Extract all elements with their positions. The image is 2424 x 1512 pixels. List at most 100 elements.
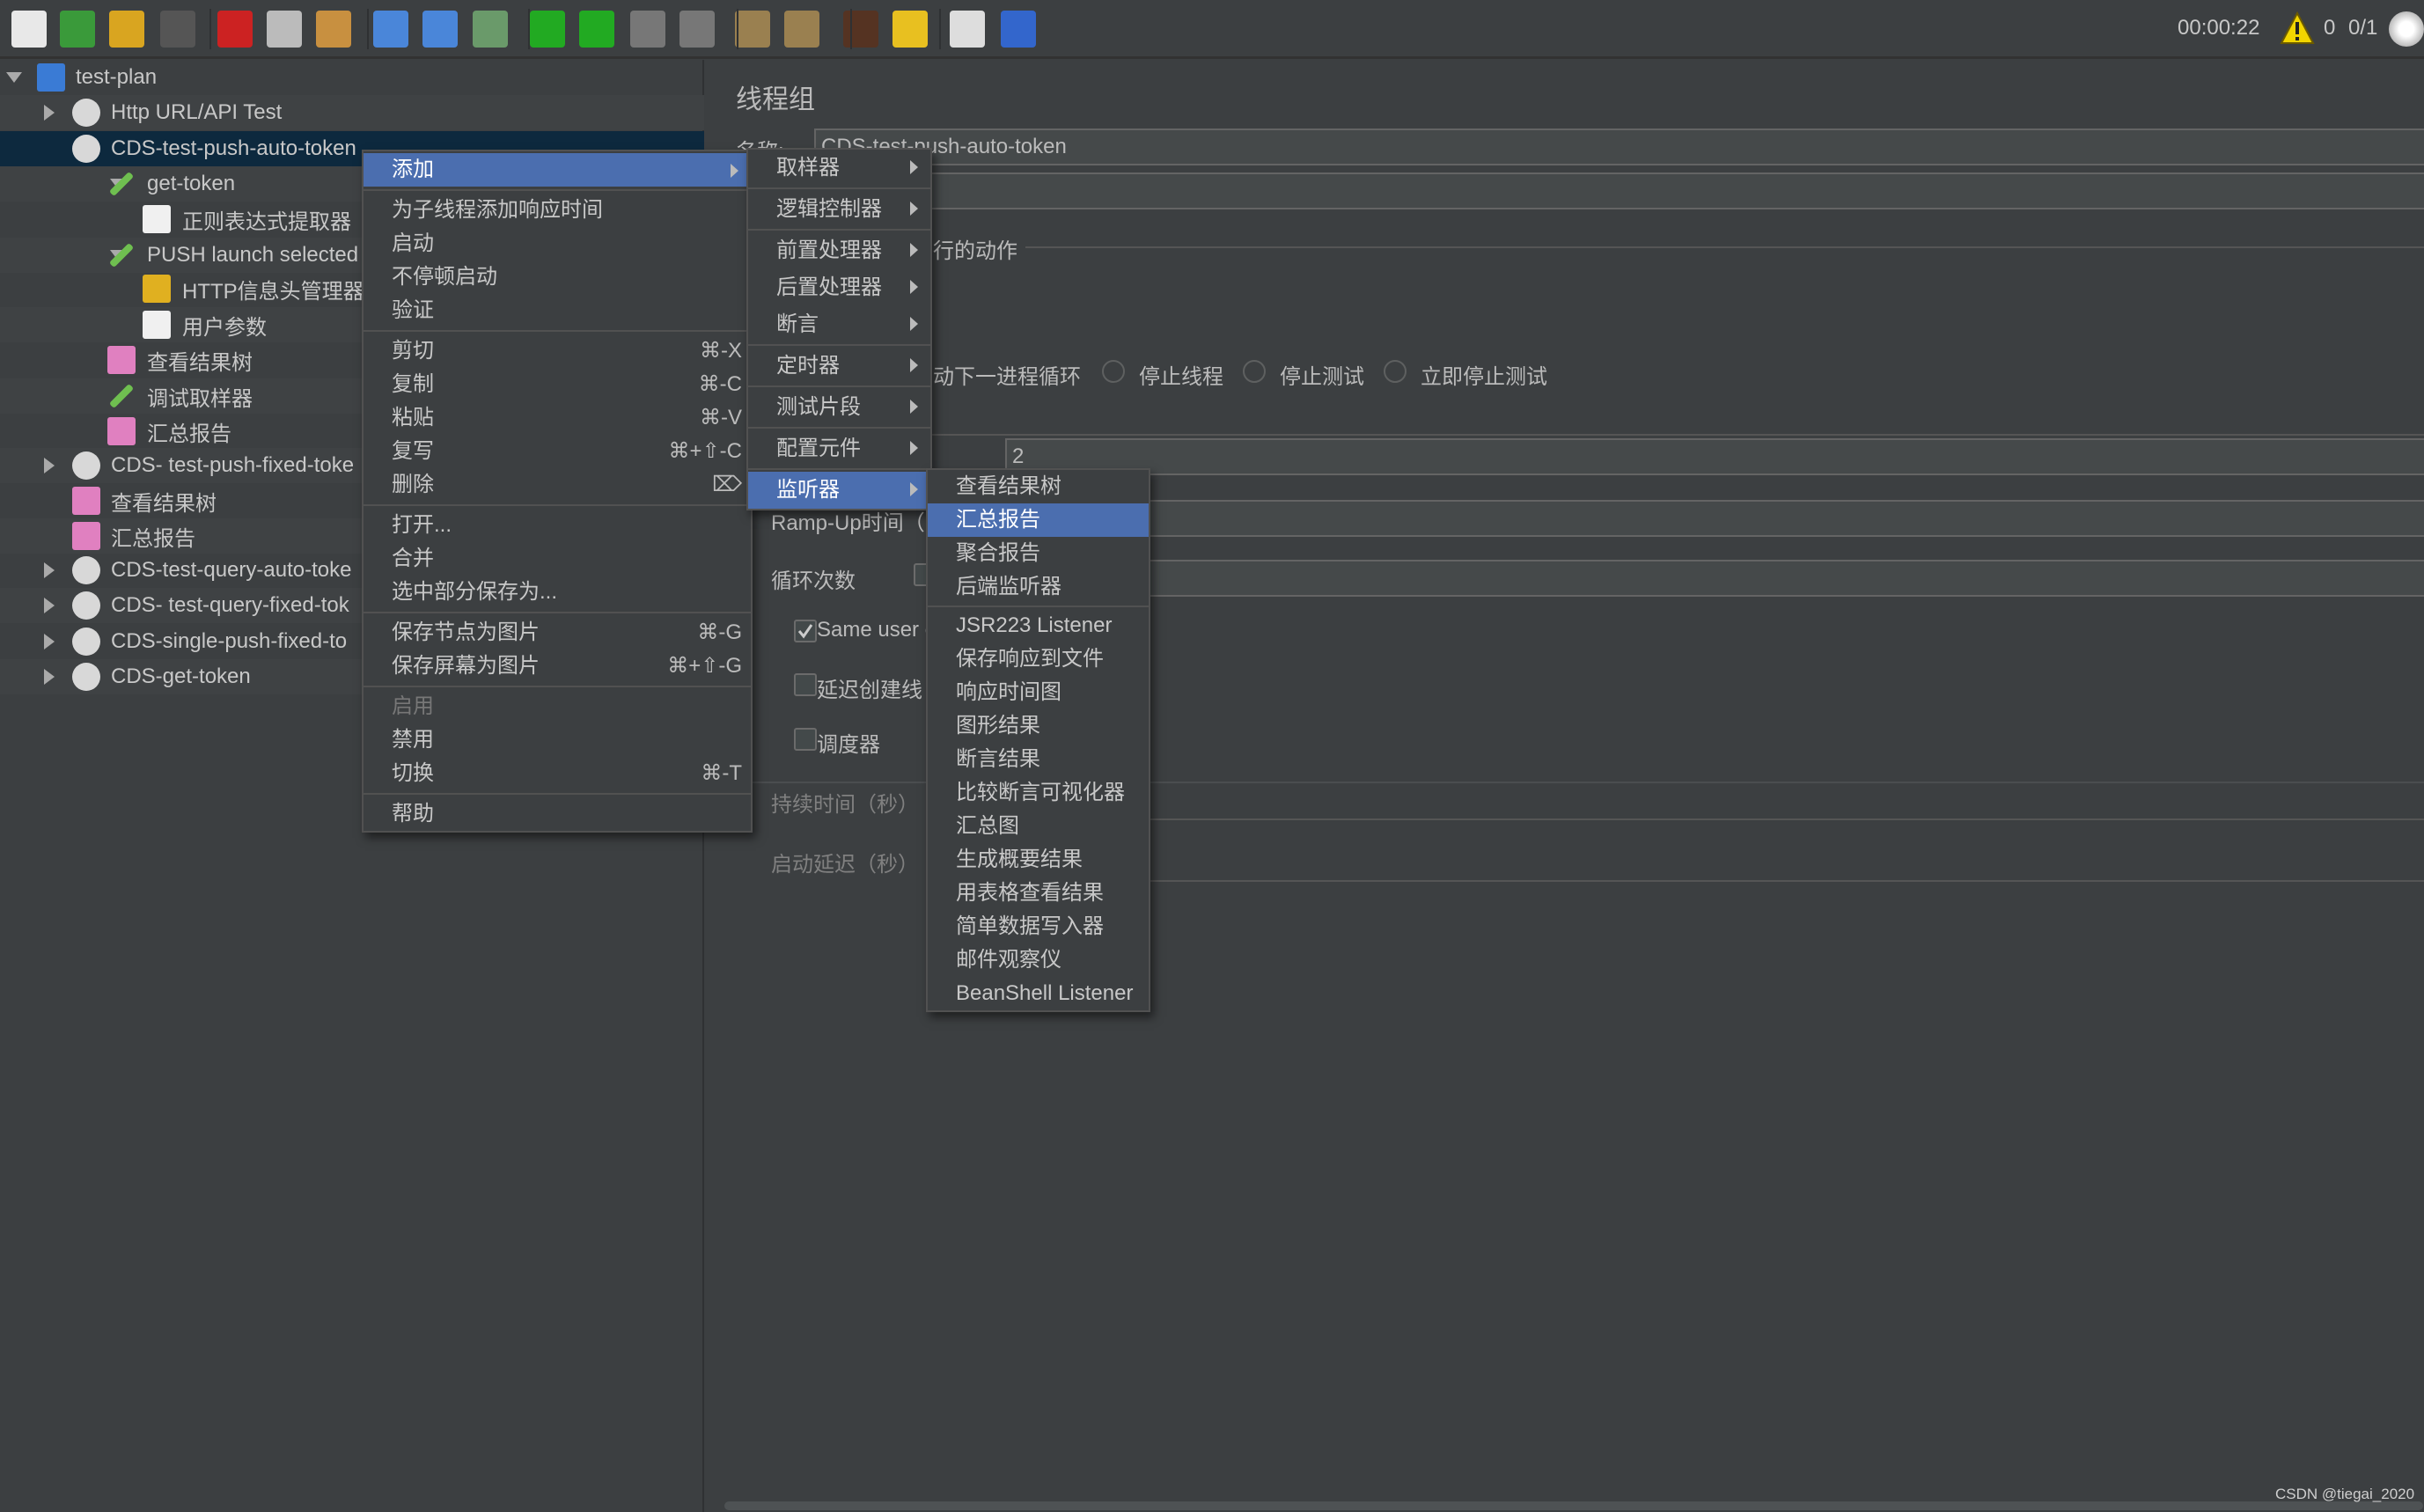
- listener-menu-item[interactable]: 断言结果: [928, 743, 1149, 776]
- add-menu-item[interactable]: 断言: [748, 306, 930, 343]
- add-menu-item[interactable]: 取样器: [748, 150, 930, 187]
- collapsed-arrow-icon[interactable]: [44, 562, 55, 578]
- context-menu-item[interactable]: 合并: [364, 542, 751, 576]
- context-menu-item[interactable]: 添加: [364, 153, 751, 187]
- context-menu-item[interactable]: 选中部分保存为...: [364, 576, 751, 609]
- menu-item-label: 生成概要结果: [956, 848, 1083, 871]
- expanded-arrow-icon[interactable]: [6, 72, 22, 83]
- listener-menu-item[interactable]: 保存响应到文件: [928, 642, 1149, 676]
- listener-menu-item[interactable]: JSR223 Listener: [928, 609, 1149, 642]
- listener-menu-item[interactable]: 汇总图: [928, 810, 1149, 843]
- reset-search-icon[interactable]: [892, 11, 928, 48]
- clear-icon[interactable]: [735, 11, 770, 48]
- listener-menu-item[interactable]: 比较断言可视化器: [928, 776, 1149, 810]
- group-border: [929, 434, 2424, 436]
- stop-icon[interactable]: [630, 11, 665, 48]
- duration-input[interactable]: [981, 818, 2424, 820]
- add-menu-item[interactable]: 后置处理器: [748, 269, 930, 306]
- add-menu-item[interactable]: 前置处理器: [748, 232, 930, 269]
- listener-menu-item[interactable]: 简单数据写入器: [928, 910, 1149, 943]
- name-input[interactable]: CDS-test-push-auto-token: [814, 128, 2424, 165]
- collapse-icon[interactable]: [422, 11, 458, 48]
- menu-item-label: 打开...: [392, 513, 452, 537]
- start-icon[interactable]: [530, 11, 565, 48]
- listener-menu-item[interactable]: 聚合报告: [928, 537, 1149, 570]
- add-menu-item[interactable]: 定时器: [748, 348, 930, 385]
- delay-thread-creation-checkbox[interactable]: [794, 673, 817, 696]
- rampup-input[interactable]: [981, 500, 2424, 537]
- context-menu-item[interactable]: 保存节点为图片 ⌘-G: [364, 616, 751, 650]
- menu-item-label: 前置处理器: [776, 239, 882, 262]
- context-menu-item[interactable]: 切换 ⌘-T: [364, 757, 751, 790]
- add-menu-item[interactable]: 测试片段: [748, 389, 930, 426]
- cut-icon[interactable]: [217, 11, 253, 48]
- expand-icon[interactable]: [373, 11, 408, 48]
- open-icon[interactable]: [109, 11, 144, 48]
- add-menu-item[interactable]: 配置元件: [748, 430, 930, 467]
- listener-menu-item[interactable]: BeanShell Listener: [928, 977, 1149, 1010]
- horizontal-scrollbar[interactable]: [724, 1501, 2423, 1510]
- listener-menu-item[interactable]: 生成概要结果: [928, 843, 1149, 877]
- listener-menu-item[interactable]: 用表格查看结果: [928, 877, 1149, 910]
- context-menu-item[interactable]: 保存屏幕为图片 ⌘+⇧-G: [364, 650, 751, 683]
- clear-all-icon[interactable]: [784, 11, 819, 48]
- submenu-arrow-icon: [910, 243, 918, 257]
- toolbar-separator: [939, 9, 941, 49]
- paste-icon[interactable]: [316, 11, 351, 48]
- context-menu-item[interactable]: 复制 ⌘-C: [364, 368, 751, 401]
- stop-test-now-radio[interactable]: [1384, 360, 1407, 383]
- context-menu-item[interactable]: 复写 ⌘+⇧-C: [364, 435, 751, 468]
- thread-group-icon: [72, 628, 100, 656]
- collapsed-arrow-icon[interactable]: [44, 105, 55, 121]
- listener-menu-item[interactable]: 后端监听器: [928, 570, 1149, 604]
- listener-menu-item[interactable]: 查看结果树: [928, 470, 1149, 503]
- search-icon[interactable]: [843, 11, 878, 48]
- save-icon[interactable]: [160, 11, 195, 48]
- thread-count-input[interactable]: 2: [1005, 438, 2424, 475]
- warning-icon[interactable]: [2280, 11, 2315, 45]
- warning-count: 0: [2324, 16, 2336, 40]
- toggle-icon[interactable]: [473, 11, 508, 48]
- collapsed-arrow-icon[interactable]: [44, 669, 55, 685]
- shutdown-icon[interactable]: [679, 11, 715, 48]
- context-menu-item[interactable]: 禁用: [364, 723, 751, 757]
- listener-icon: [72, 522, 100, 550]
- function-helper-icon[interactable]: [950, 11, 985, 48]
- context-menu-item[interactable]: 不停顿启动: [364, 261, 751, 294]
- new-icon[interactable]: [11, 11, 47, 48]
- context-menu-item[interactable]: 为子线程添加响应时间: [364, 194, 751, 227]
- listener-menu-item[interactable]: 响应时间图: [928, 676, 1149, 709]
- thread-group-icon: [72, 663, 100, 691]
- context-menu-item[interactable]: 帮助: [364, 797, 751, 831]
- scheduler-label: 调度器: [817, 733, 880, 757]
- startup-delay-input[interactable]: [981, 880, 2424, 882]
- collapsed-arrow-icon[interactable]: [44, 458, 55, 473]
- templates-icon[interactable]: [60, 11, 95, 48]
- copy-icon[interactable]: [267, 11, 302, 48]
- same-user-checkbox[interactable]: [794, 620, 817, 642]
- stop-test-radio[interactable]: [1243, 360, 1266, 383]
- context-menu-item[interactable]: 打开...: [364, 509, 751, 542]
- tree-item[interactable]: Http URL/API Test: [0, 95, 704, 130]
- collapsed-arrow-icon[interactable]: [44, 598, 55, 613]
- stop-thread-radio[interactable]: [1102, 360, 1125, 383]
- add-menu-item[interactable]: 逻辑控制器: [748, 191, 930, 228]
- add-menu-item[interactable]: 监听器: [748, 472, 930, 509]
- scheduler-checkbox[interactable]: [794, 728, 817, 751]
- remote-globe-icon[interactable]: [2389, 11, 2424, 47]
- context-menu-item[interactable]: 删除 ⌦: [364, 468, 751, 502]
- context-menu-item[interactable]: 验证: [364, 294, 751, 327]
- listener-menu-item[interactable]: 图形结果: [928, 709, 1149, 743]
- context-menu-item[interactable]: 启动: [364, 227, 751, 261]
- listener-menu-item[interactable]: 汇总报告: [928, 503, 1149, 537]
- tree-item[interactable]: test-plan: [0, 60, 704, 95]
- listener-menu-item[interactable]: 邮件观察仪: [928, 943, 1149, 977]
- loop-count-input[interactable]: [981, 560, 2424, 597]
- start-no-pause-icon[interactable]: [579, 11, 614, 48]
- context-menu-item[interactable]: 剪切 ⌘-X: [364, 334, 751, 368]
- help-icon[interactable]: [1001, 11, 1036, 48]
- context-menu-item[interactable]: 粘贴 ⌘-V: [364, 401, 751, 435]
- comments-input[interactable]: [814, 172, 2424, 209]
- collapsed-arrow-icon[interactable]: [44, 634, 55, 650]
- menu-item-label: 用表格查看结果: [956, 881, 1104, 905]
